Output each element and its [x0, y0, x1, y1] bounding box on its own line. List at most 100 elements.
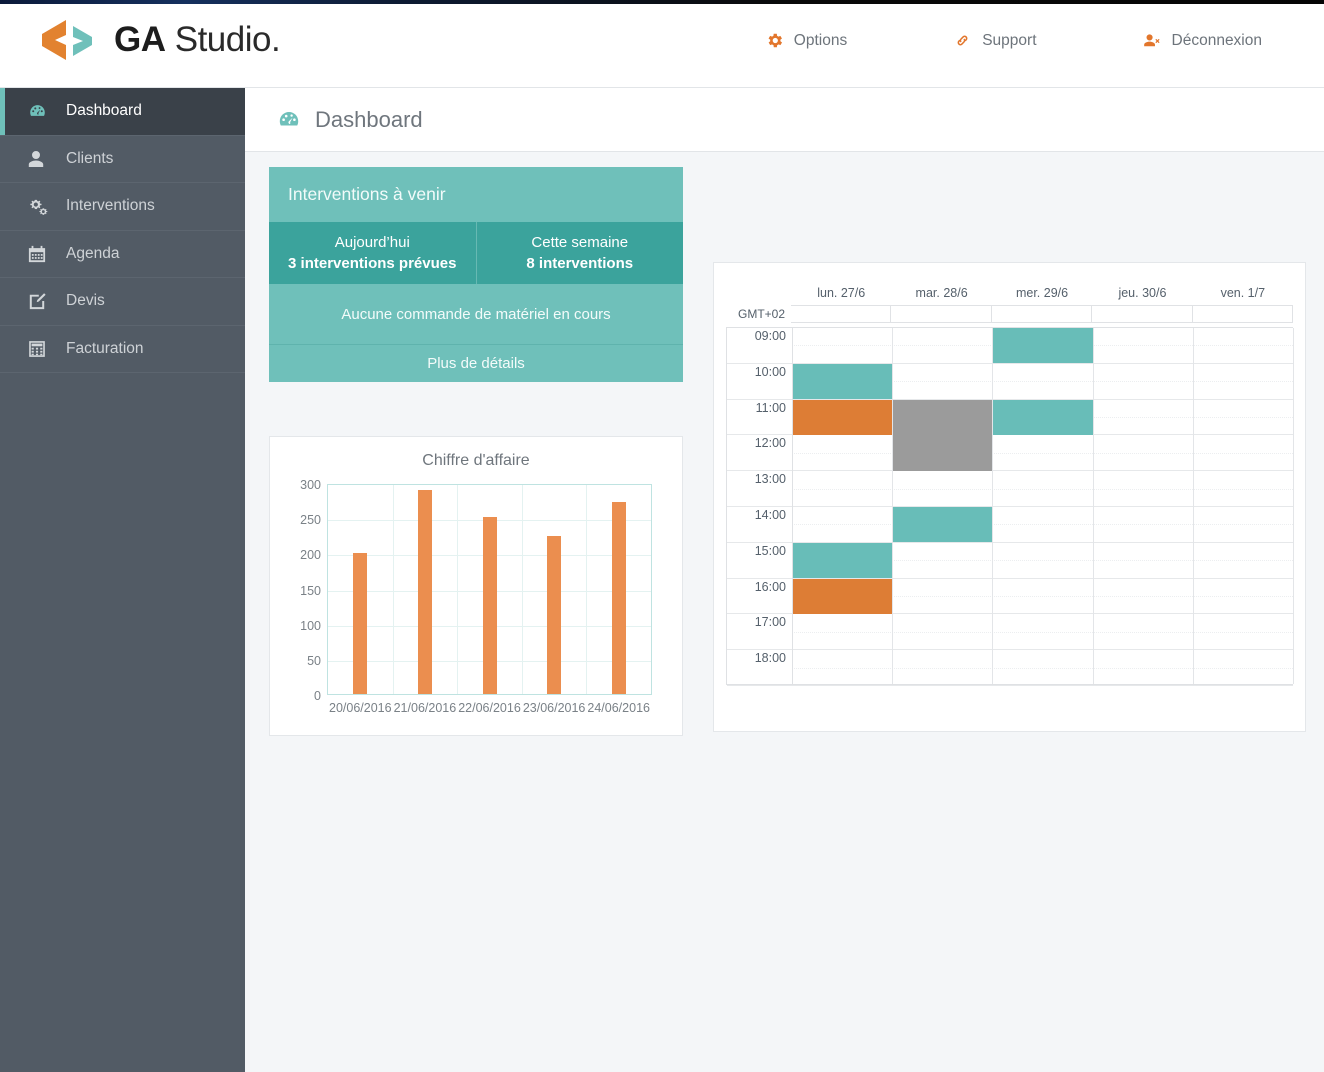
chart-y-tick: 50: [307, 653, 321, 668]
agenda-event[interactable]: [793, 363, 893, 400]
agenda-half-hour-line: [792, 667, 1293, 669]
chart-x-tick: 20/06/2016: [329, 701, 392, 715]
agenda-hour-row[interactable]: 18:00: [727, 650, 1293, 686]
agenda-hour-label: 18:00: [754, 651, 786, 666]
agenda-day-header[interactable]: mar. 28/6: [891, 286, 991, 305]
agenda-day-header[interactable]: mer. 29/6: [992, 286, 1092, 305]
brand-name-light: Studio.: [165, 20, 281, 59]
chart-area: 0 50 100 150 200 250 300 20/06/2016 21/06/2016 22…: [282, 478, 670, 724]
nav-options[interactable]: Options: [765, 31, 881, 50]
sidebar: Dashboard Clients Interventions Agenda D…: [0, 88, 245, 1072]
agenda-column-divider: [1092, 328, 1094, 684]
allday-cell[interactable]: [1092, 305, 1193, 323]
nav-options-label: Options: [793, 31, 848, 49]
sidebar-item-dashboard[interactable]: Dashboard: [0, 88, 245, 135]
chart-bar[interactable]: [482, 517, 497, 694]
agenda-hour-row[interactable]: 13:00: [727, 471, 1293, 507]
page-title: Dashboard: [315, 106, 423, 132]
agenda-day-header[interactable]: jeu. 30/6: [1092, 286, 1192, 305]
agenda-half-hour-line: [792, 452, 1293, 454]
stat-week[interactable]: Cette semaine 8 interventions: [475, 222, 683, 284]
agenda-hour-label: 13:00: [754, 472, 786, 487]
agenda-day-header[interactable]: ven. 1/7: [1193, 286, 1293, 305]
allday-cell[interactable]: [791, 305, 892, 323]
material-order-message: Aucune commande de matériel en cours: [269, 284, 683, 345]
sidebar-item-clients[interactable]: Clients: [0, 136, 245, 183]
brand-name: GA Studio.: [114, 20, 281, 60]
agenda-event[interactable]: [893, 507, 993, 543]
agenda-hour-row[interactable]: 12:00: [727, 435, 1293, 472]
sidebar-item-facturation-label: Facturation: [66, 339, 144, 357]
allday-cell[interactable]: [1192, 305, 1294, 323]
agenda-event[interactable]: [793, 542, 893, 579]
chart-y-tick: 300: [300, 478, 321, 492]
chart-gridline: [392, 485, 394, 694]
sidebar-item-devis-label: Devis: [66, 292, 105, 310]
sidebar-item-devis[interactable]: Devis: [0, 278, 245, 325]
agenda-day-header[interactable]: lun. 27/6: [791, 286, 891, 305]
nav-logout[interactable]: Déconnexion: [1143, 31, 1296, 50]
timezone-label: GMT+02: [737, 307, 785, 321]
chart-x-tick: 21/06/2016: [393, 701, 457, 715]
agenda-day-headers: lun. 27/6 mar. 28/6 mer. 29/6 jeu. 30/6 ven.…: [726, 277, 1293, 305]
calculator-icon: [28, 340, 50, 358]
main-content: Dashboard Interventions à venir Aujourd’…: [245, 88, 1324, 1072]
agenda-time-grid[interactable]: 09:00 10:00 11:00 12:00 13:00 14:00 15:00 16:00…: [726, 327, 1294, 686]
agenda-column-divider: [892, 328, 894, 684]
chart-bar[interactable]: [547, 536, 562, 694]
agenda-column-divider: [1192, 328, 1194, 684]
agenda-hour-row[interactable]: 14:00: [727, 507, 1293, 543]
chart-x-tick: 24/06/2016: [587, 701, 650, 715]
sidebar-item-agenda-label: Agenda: [66, 244, 120, 262]
nav-support[interactable]: Support: [953, 31, 1070, 50]
app-header: GA Studio. Options Support Déconnexion: [0, 4, 1324, 88]
nav-logout-label: Déconnexion: [1171, 31, 1262, 49]
agenda-hour-label: 10:00: [754, 364, 786, 379]
agenda-hour-label: 17:00: [754, 615, 786, 630]
sidebar-item-interventions[interactable]: Interventions: [0, 183, 245, 230]
agenda-hour-row[interactable]: 17:00: [727, 614, 1293, 651]
chart-bar[interactable]: [611, 502, 626, 694]
user-icon: [28, 150, 50, 168]
agenda-event[interactable]: [993, 328, 1093, 364]
allday-cell[interactable]: [991, 305, 1093, 323]
chart-y-tick: 150: [300, 583, 321, 598]
chart-bar[interactable]: [353, 553, 368, 694]
chart-y-tick: 200: [300, 548, 321, 563]
sidebar-item-agenda[interactable]: Agenda: [0, 231, 245, 278]
agenda-event[interactable]: [793, 578, 893, 614]
allday-cell[interactable]: [891, 305, 992, 323]
agenda-event[interactable]: [893, 399, 993, 471]
sidebar-divider: [0, 372, 245, 373]
stat-today-label: Aujourd’hui: [334, 234, 410, 251]
edit-icon: [28, 292, 50, 310]
agenda-half-hour-line: [792, 488, 1293, 490]
cogs-icon: [28, 197, 50, 216]
brand-logo[interactable]: GA Studio.: [40, 18, 281, 62]
sidebar-item-clients-label: Clients: [66, 149, 114, 167]
agenda-hour-label: 09:00: [754, 329, 786, 343]
agenda-hour-label: 11:00: [755, 400, 786, 415]
agenda-hour-label: 16:00: [754, 579, 786, 594]
dashboard-page: GA Studio. Options Support Déconnexion D…: [0, 0, 1324, 1072]
more-details-link[interactable]: Plus de détails: [269, 345, 683, 382]
user-times-icon: [1143, 31, 1162, 50]
sidebar-item-facturation[interactable]: Facturation: [0, 326, 245, 373]
chart-gridline: [586, 485, 588, 694]
interventions-panel-title: Interventions à venir: [288, 184, 446, 204]
agenda-hour-label: 14:00: [754, 507, 786, 522]
chart-y-tick: 250: [300, 513, 321, 528]
agenda-column-divider: [992, 328, 994, 684]
stat-week-value: 8 interventions: [526, 255, 634, 272]
chart-gridline: [457, 485, 459, 694]
chart-bar[interactable]: [417, 490, 432, 694]
content-body: Interventions à venir Aujourd’hui 3 inte…: [245, 152, 1324, 736]
agenda-allday-row: GMT+02: [726, 305, 1294, 323]
agenda-event[interactable]: [793, 399, 893, 435]
chart-y-tick: 0: [314, 689, 321, 703]
stat-today[interactable]: Aujourd’hui 3 interventions prévues: [269, 222, 476, 284]
agenda-event[interactable]: [993, 399, 1093, 435]
interventions-stats: Aujourd’hui 3 interventions prévues Cett…: [269, 222, 683, 284]
chart-y-tick: 100: [300, 618, 321, 633]
chart-plot: 0 50 100 150 200 250 300 20/06/2016 21/06/2016 22…: [300, 478, 652, 715]
